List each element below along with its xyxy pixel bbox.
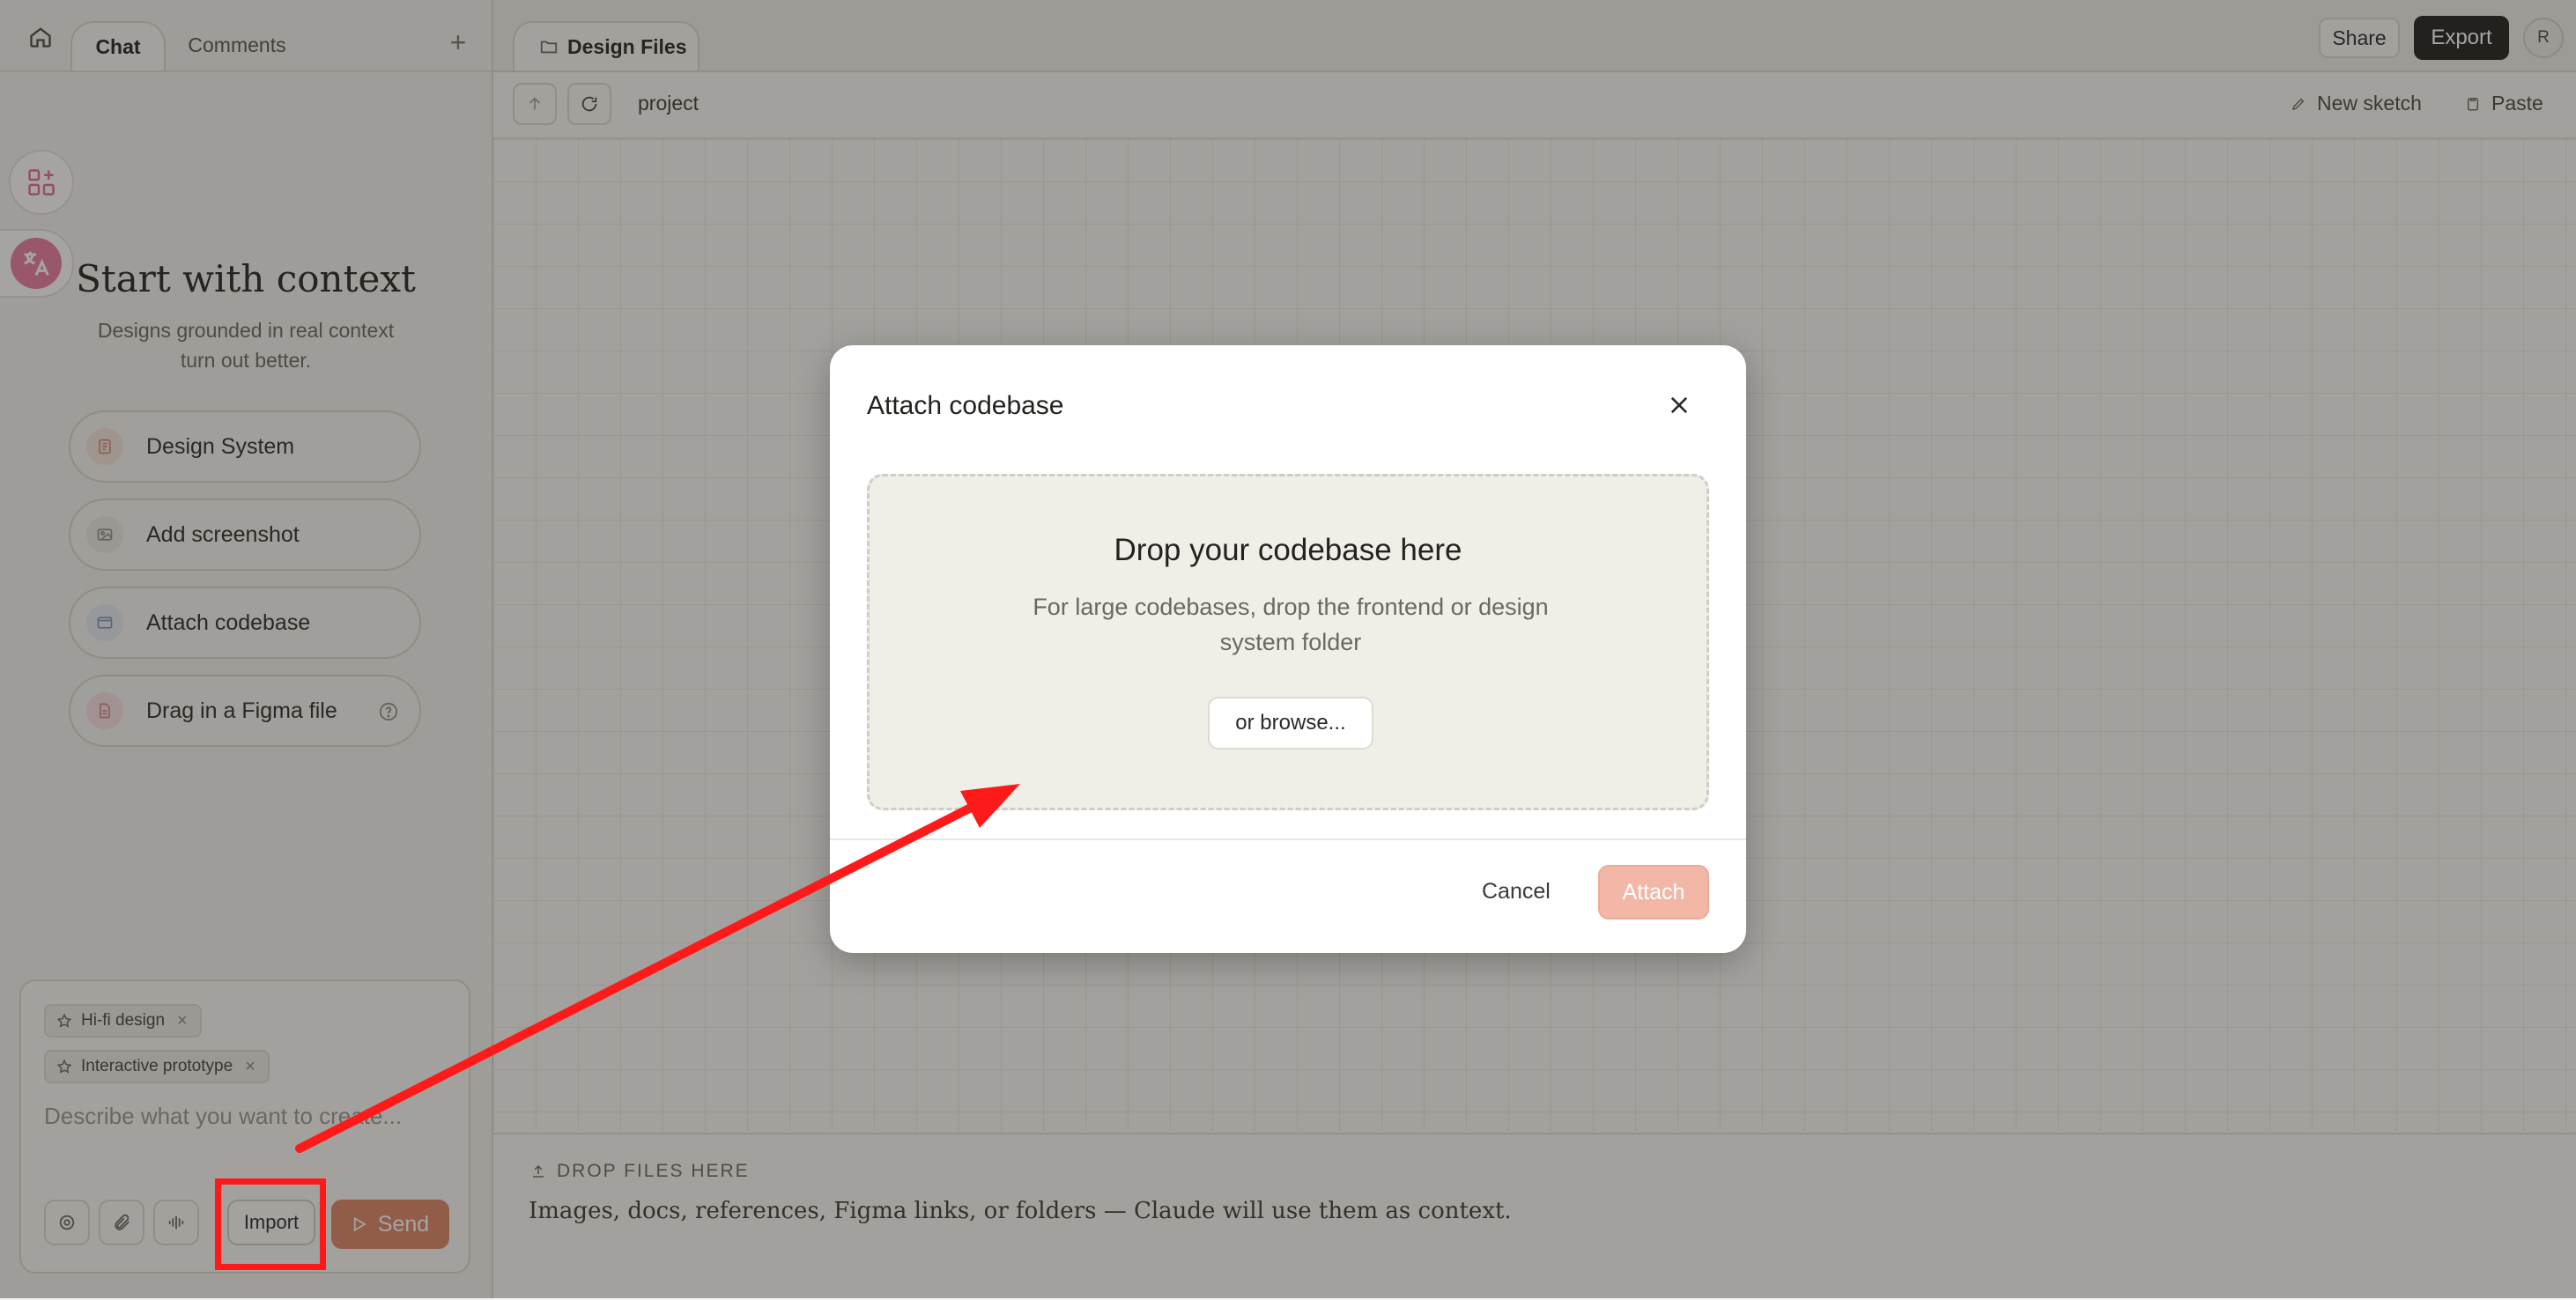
annotation-arrow-icon — [295, 784, 1020, 1153]
